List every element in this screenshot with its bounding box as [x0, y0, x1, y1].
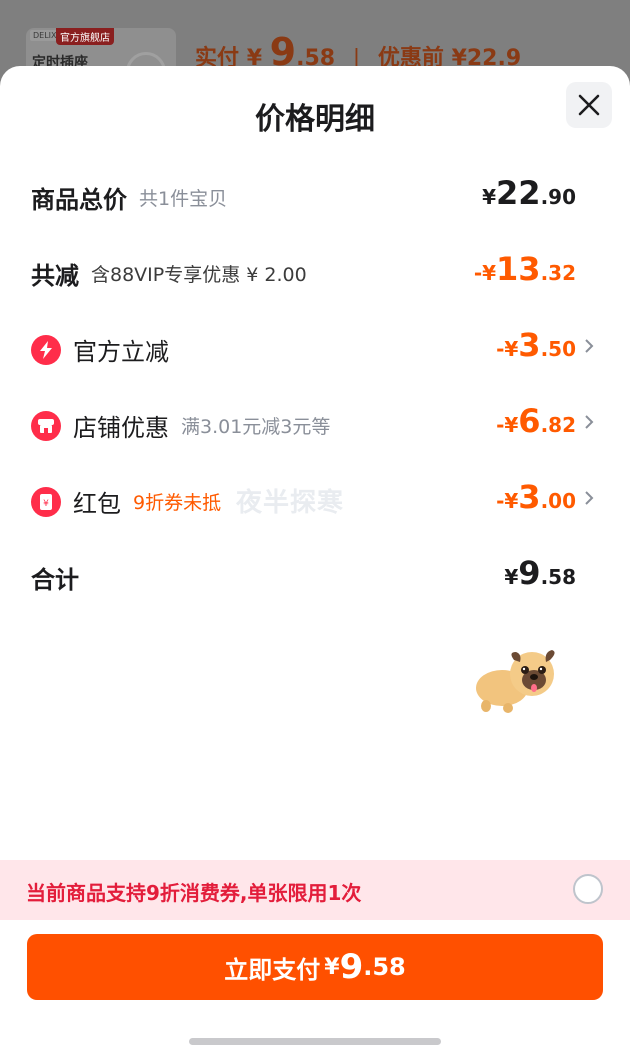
- total-goods-price: ¥22.90: [482, 174, 576, 212]
- price-dec: .00: [540, 489, 576, 513]
- currency: -¥: [473, 261, 497, 285]
- pay-int: 9: [339, 947, 364, 987]
- pug-sticker: [476, 650, 555, 713]
- pay-currency: ¥: [324, 954, 340, 980]
- row-label: 共减: [31, 262, 79, 290]
- sheet-title: 价格明细: [255, 102, 375, 137]
- row-official-discount[interactable]: 官方立减 -¥3.50: [0, 318, 630, 378]
- row-label: 官方立减: [73, 338, 169, 366]
- lightning-icon: [31, 334, 61, 365]
- currency: ¥: [482, 185, 497, 209]
- row-shop-discount[interactable]: 店铺优惠 满3.01元减3元等 -¥6.82: [0, 394, 630, 454]
- row-total-goods: 商品总价 共1件宝贝 ¥22.90: [0, 166, 630, 226]
- coupon-notice-text: 当前商品支持9折消费券,单张限用1次: [26, 881, 362, 905]
- price-dec: .50: [540, 337, 576, 361]
- currency: -¥: [496, 337, 519, 361]
- close-icon: [578, 94, 600, 116]
- vip-discount-note: 含88VIP专享优惠 ¥ 2.00: [91, 264, 307, 286]
- shop-discount-price: -¥6.82: [496, 402, 576, 440]
- row-label: 店铺优惠: [73, 414, 169, 442]
- close-button[interactable]: [566, 82, 612, 128]
- sum-price: ¥9.58: [504, 554, 576, 592]
- shop-discount-note: 满3.01元减3元等: [181, 416, 331, 438]
- shop-icon: [31, 410, 61, 441]
- currency: ¥: [504, 565, 519, 589]
- svg-text:¥: ¥: [43, 499, 49, 509]
- price-dec: .82: [540, 413, 576, 437]
- price-int: 9: [518, 554, 541, 592]
- red-packet-icon: ¥: [31, 486, 61, 517]
- coupon-radio[interactable]: [573, 874, 603, 904]
- row-label: 合计: [31, 566, 79, 594]
- pay-dec: .58: [363, 953, 406, 981]
- item-count: 共1件宝贝: [139, 188, 228, 210]
- price-int: 3: [518, 326, 541, 364]
- red-packet-price: -¥3.00: [496, 478, 576, 516]
- official-discount-price: -¥3.50: [496, 326, 576, 364]
- price-int: 3: [518, 478, 541, 516]
- shop-tag: 官方旗舰店: [56, 28, 114, 45]
- coupon-not-applied-note: 9折券未抵: [133, 492, 222, 514]
- price-int: 22: [496, 174, 541, 212]
- currency: -¥: [496, 413, 519, 437]
- currency: -¥: [496, 489, 519, 513]
- price-dec: .90: [540, 185, 576, 209]
- home-indicator: [189, 1038, 441, 1045]
- chevron-right-icon: [585, 491, 594, 505]
- row-sum: 合计 ¥9.58: [0, 546, 630, 606]
- price-dec: .32: [540, 261, 576, 285]
- pay-label: 立即支付: [224, 955, 321, 984]
- row-discount-total: 共减 含88VIP专享优惠 ¥ 2.00 -¥13.32: [0, 242, 630, 302]
- price-int: 13: [496, 250, 541, 288]
- row-label: 红包: [73, 490, 121, 518]
- coupon-notice-bar[interactable]: 当前商品支持9折消费券,单张限用1次: [0, 860, 630, 920]
- discount-total-price: -¥13.32: [474, 250, 576, 288]
- pay-now-button[interactable]: 立即支付 ¥9.58: [27, 934, 603, 1000]
- price-detail-sheet: 价格明细 商品总价 共1件宝贝 ¥22.90 共减 含88VIP专享优惠 ¥ 2…: [0, 66, 630, 1059]
- price-int: 6: [518, 402, 541, 440]
- watermark: 夜半探寒: [236, 488, 345, 518]
- row-label: 商品总价: [31, 186, 127, 214]
- chevron-right-icon: [585, 339, 594, 353]
- chevron-right-icon: [585, 415, 594, 429]
- price-dec: .58: [540, 565, 576, 589]
